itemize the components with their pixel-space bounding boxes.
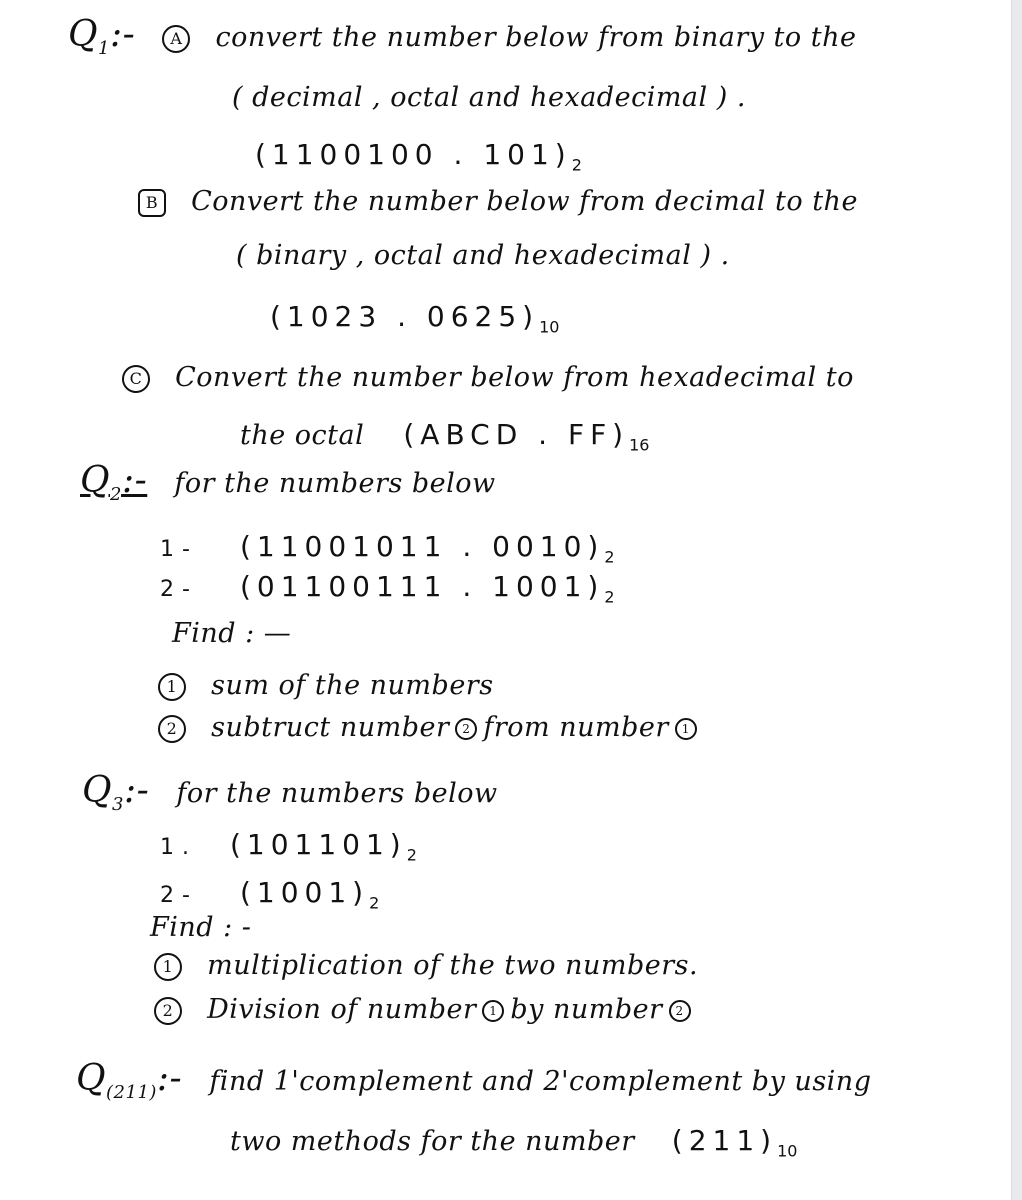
q3-task-2-ref2: 2	[668, 999, 691, 1022]
q1c-line1: Convert the number below from hexadecima…	[175, 362, 854, 393]
q2-number: 2	[110, 484, 122, 506]
q2-header: Q2:- for the numbers below	[80, 460, 496, 505]
q4-line1: find 1'complement and 2'complement by us…	[209, 1066, 872, 1097]
q3-task-2-text-mid: by number	[510, 994, 663, 1025]
q1b-number-value: (1023 . 0625)	[270, 300, 540, 333]
q4-letter: Q	[76, 1058, 107, 1099]
q1b-header: B Convert the number below from decimal …	[138, 186, 858, 217]
q1-label: Q1:-	[68, 14, 136, 59]
part-c-marker: C	[122, 364, 150, 393]
q2-task-2-marker: 2	[158, 714, 186, 743]
q2-number-2-base: 2	[604, 587, 615, 607]
q3-number-1-value: (101101)	[230, 828, 407, 861]
q2-task-1: 1 sum of the numbers	[158, 670, 494, 701]
q2-number-1: 1 - (11001011 . 0010)2	[160, 530, 615, 567]
q4-header: Q(211):- find 1'complement and 2'complem…	[76, 1058, 871, 1103]
q1b-line2: ( binary , octal and hexadecimal ) .	[236, 240, 730, 271]
q3-number-2-index: 2 -	[160, 883, 191, 908]
q3-header: Q3:- for the numbers below	[82, 770, 498, 815]
q3-number-2-base: 2	[369, 893, 380, 913]
q3-task-2: 2 Division of number 1 by number 2	[154, 994, 697, 1025]
q4-number: (211)	[106, 1082, 157, 1104]
q1-number: 1	[98, 38, 110, 60]
q3-letter: Q	[82, 770, 113, 811]
q4-base: 10	[777, 1141, 798, 1161]
q4-suffix: :-	[156, 1058, 183, 1099]
q1a-number: (1100100 . 101)2	[255, 138, 582, 175]
q2-task-2-text-before: subtruct number	[211, 712, 450, 743]
q2-label: Q2:-	[80, 460, 148, 505]
q3-label: Q3:-	[82, 770, 150, 815]
q2-number-1-index: 1 -	[160, 537, 191, 562]
q1c-line2: the octal	[240, 420, 365, 451]
q1c-base: 16	[629, 435, 650, 455]
q2-number-1-value: (11001011 . 0010)	[240, 530, 605, 563]
q1-header: Q1:- A convert the number below from bin…	[68, 14, 856, 59]
q2-number-2: 2 - (01100111 . 1001)2	[160, 570, 615, 607]
q2-find-label: Find : —	[172, 618, 292, 649]
q2-task-2: 2 subtruct number 2 from number 1	[158, 712, 703, 743]
q3-task-1-marker: 1	[154, 952, 182, 981]
q3-number-2: 2 - (1001)2	[160, 876, 379, 913]
q3-task-1-text: multiplication of the two numbers.	[207, 950, 699, 981]
handwritten-exam-page: Q1:- A convert the number below from bin…	[0, 0, 1012, 1200]
q3-number-1-index: 1 .	[160, 835, 190, 860]
q2-task-2-ref2: 1	[674, 717, 697, 740]
q2-suffix: :-	[121, 460, 148, 501]
part-a-marker: A	[162, 24, 191, 53]
q2-task-1-text: sum of the numbers	[211, 670, 494, 701]
q3-find-label: Find : -	[150, 912, 252, 943]
q3-task-2-marker: 2	[154, 996, 182, 1025]
q3-task-2-ref1: 1	[482, 999, 505, 1022]
q2-intro: for the numbers below	[174, 468, 496, 499]
q2-letter: Q	[80, 460, 111, 501]
q1c-line2-row: the octal (ABCD . FF)16	[240, 418, 649, 455]
q1b-base: 10	[539, 317, 560, 337]
q1a-base: 2	[571, 155, 582, 175]
q1a-number-value: (1100100 . 101)	[255, 138, 572, 171]
q3-number-1: 1 . (101101)2	[160, 828, 417, 865]
page-edge-strip	[1011, 0, 1022, 1200]
q2-number-2-value: (01100111 . 1001)	[240, 570, 605, 603]
q2-task-2-text-mid: from number	[483, 712, 669, 743]
q2-number-1-base: 2	[604, 547, 615, 567]
q4-line2: two methods for the number	[230, 1126, 635, 1157]
q3-number: 3	[112, 794, 124, 816]
q1b-line1: Convert the number below from decimal to…	[191, 186, 858, 217]
q3-task-1: 1 multiplication of the two numbers.	[154, 950, 698, 981]
q3-suffix: :-	[123, 770, 150, 811]
q2-task-2-ref1: 2	[455, 717, 478, 740]
q2-task-1-marker: 1	[158, 672, 186, 701]
q3-task-2-text-before: Division of number	[207, 994, 477, 1025]
q4-line2-row: two methods for the number (211)10	[230, 1124, 797, 1161]
q4-number-value: (211)	[671, 1124, 778, 1157]
part-b-marker: B	[138, 188, 166, 217]
q3-intro: for the numbers below	[176, 778, 498, 809]
q1-suffix: :-	[109, 14, 136, 55]
q1a-line2: ( decimal , octal and hexadecimal ) .	[232, 82, 746, 113]
q1b-number: (1023 . 0625)10	[270, 300, 559, 337]
q3-number-1-base: 2	[406, 845, 417, 865]
q3-number-2-value: (1001)	[240, 876, 370, 909]
q1a-line1: convert the number below from binary to …	[215, 22, 857, 53]
q2-number-2-index: 2 -	[160, 577, 191, 602]
q1-letter: Q	[68, 14, 99, 55]
q4-label: Q(211):-	[76, 1058, 183, 1103]
q1c-header: C Convert the number below from hexadeci…	[122, 362, 854, 393]
q1c-number-value: (ABCD . FF)	[403, 418, 630, 451]
